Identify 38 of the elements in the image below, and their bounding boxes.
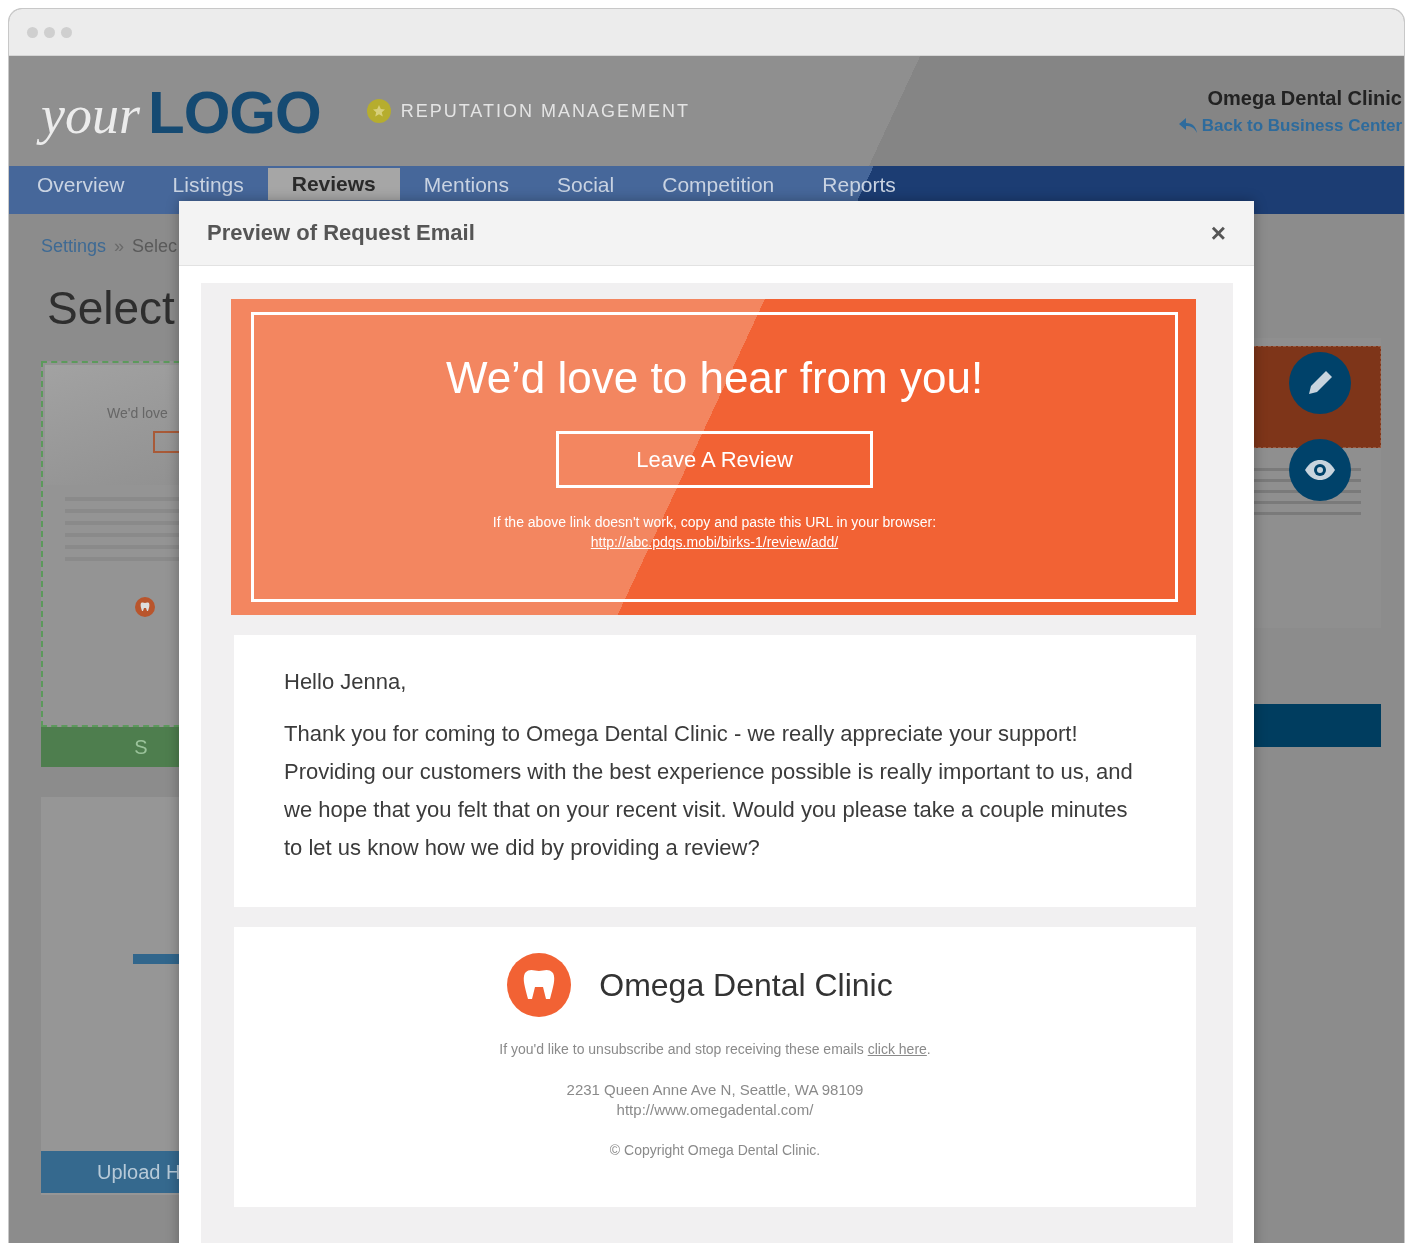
- review-url-link[interactable]: http://abc.pdqs.mobi/birks-1/review/add/: [590, 534, 839, 550]
- business-name: Omega Dental Clinic: [1207, 86, 1402, 110]
- window-dot-icon: [44, 26, 55, 38]
- logo-text: LOGO: [148, 78, 321, 148]
- eye-icon: [1304, 459, 1336, 481]
- window-dot-icon: [61, 26, 72, 38]
- fallback-text: If the above link doesn't work, copy and paste this URL in your browser:: [492, 514, 937, 530]
- nav-tab[interactable]: Overview: [13, 170, 149, 200]
- copyright-text: © Copyright Omega Dental Clinic.: [609, 1142, 821, 1158]
- preview-stripe: [133, 954, 181, 964]
- nav-tab[interactable]: Listings: [148, 170, 268, 200]
- breadcrumb-separator: »: [114, 236, 125, 257]
- nav-tab[interactable]: Reports: [798, 170, 920, 200]
- greeting-text: Hello Jenna,: [284, 668, 408, 696]
- template-card[interactable]: Upload H: [41, 797, 181, 1195]
- upload-button[interactable]: Upload H: [41, 1151, 181, 1193]
- tooth-logo-icon: [135, 597, 155, 617]
- select-button[interactable]: S: [41, 727, 181, 767]
- leave-review-button[interactable]: Leave A Review: [556, 431, 873, 488]
- nav-tab[interactable]: Competition: [638, 170, 799, 200]
- banner-headline: We’d love to hear from you!: [445, 353, 984, 403]
- back-arrow-icon: [1177, 116, 1198, 135]
- unsubscribe-link[interactable]: click here: [867, 1041, 927, 1057]
- website-link[interactable]: http://www.omegadental.com/: [616, 1101, 814, 1118]
- star-badge-icon: [366, 99, 391, 123]
- address-text: 2231 Queen Anne Ave N, Seattle, WA 98109: [566, 1081, 864, 1098]
- window-dot-icon: [27, 26, 38, 38]
- page-title: Select: [47, 281, 176, 335]
- close-button[interactable]: ×: [1206, 217, 1230, 249]
- modal-title: Preview of Request Email: [207, 220, 475, 246]
- clinic-name: Omega Dental Clinic: [599, 966, 893, 1004]
- unsubscribe-text: If you'd like to unsubscribe and stop receiving these emails click here.: [499, 1041, 931, 1057]
- tooth-logo-icon: [507, 953, 572, 1017]
- product-name: REPUTATION MANAGEMENT: [400, 100, 690, 122]
- nav-tab[interactable]: Mentions: [399, 170, 533, 200]
- nav-tab[interactable]: Social: [533, 170, 639, 200]
- nav-tab[interactable]: Reviews: [267, 168, 400, 200]
- message-text: Thank you for coming to Omega Dental Clinic - we really appreciate your support! Providing our customers with the best experience possible is really important to us, and we hope that you felt that on your recent visit. Would you please take a couple minutes to let us know how we did by providing a review?: [284, 720, 1134, 862]
